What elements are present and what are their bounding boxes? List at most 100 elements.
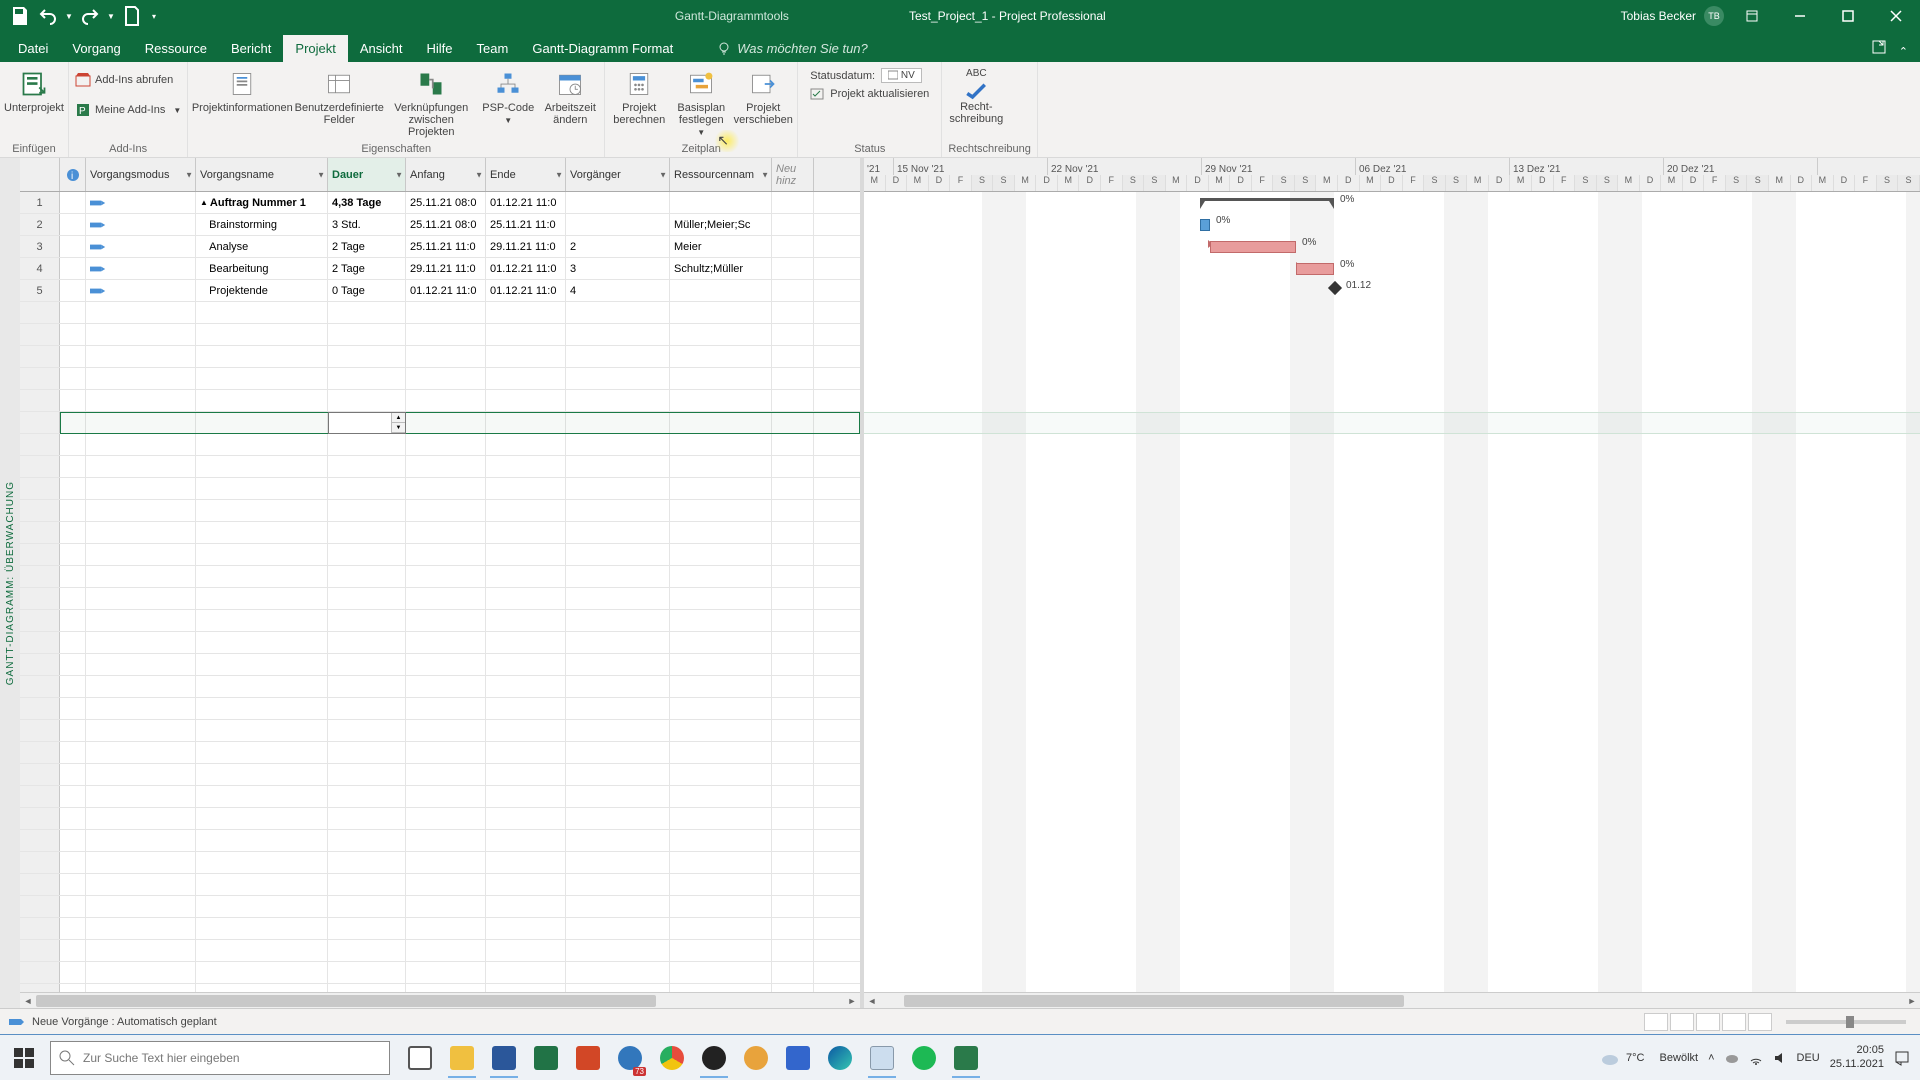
dauer-cell[interactable]: 4,38 Tage (328, 192, 406, 213)
addins-abrufen-button[interactable]: Add-Ins abrufen (75, 70, 181, 90)
table-row[interactable] (20, 852, 860, 874)
spotify-icon[interactable] (904, 1038, 944, 1078)
schedule-mode-label[interactable]: Neue Vorgänge : Automatisch geplant (32, 1016, 217, 1028)
redo-dropdown-icon[interactable]: ▼ (106, 4, 116, 28)
table-row[interactable] (20, 544, 860, 566)
scroll-right-icon[interactable]: ► (1904, 993, 1920, 1008)
ende-column-header[interactable]: Ende▼ (486, 158, 566, 191)
scroll-left-icon[interactable]: ◄ (20, 993, 36, 1009)
row-number[interactable] (20, 918, 60, 939)
row-number[interactable]: 4 (20, 258, 60, 279)
row-number[interactable] (20, 940, 60, 961)
spinner-buttons[interactable]: ▲▼ (391, 413, 405, 433)
mode-cell[interactable] (86, 192, 196, 213)
gantt-area[interactable]: 0% 0% 0% 0% 01.12 (864, 192, 1920, 992)
row-number[interactable] (20, 478, 60, 499)
table-row[interactable] (20, 302, 860, 324)
neu-cell[interactable] (772, 258, 814, 279)
row-number[interactable] (20, 522, 60, 543)
tab-hilfe[interactable]: Hilfe (415, 35, 465, 62)
timeline-header[interactable]: '2115 Nov '2122 Nov '2129 Nov '2106 Dez … (864, 158, 1920, 192)
table-row[interactable]: 1▲Auftrag Nummer 14,38 Tage25.11.21 08:0… (20, 192, 860, 214)
unterprojekt-button[interactable]: Unterprojekt (6, 66, 62, 114)
view-report-button[interactable] (1748, 1013, 1772, 1031)
table-row[interactable] (20, 566, 860, 588)
tab-team[interactable]: Team (465, 35, 521, 62)
collapse-ribbon-icon[interactable]: ⌃ (1893, 41, 1914, 62)
row-number[interactable] (20, 588, 60, 609)
scroll-left-icon[interactable]: ◄ (864, 993, 880, 1008)
wifi-icon[interactable] (1749, 1051, 1763, 1065)
neu-cell[interactable] (772, 192, 814, 213)
tab-ressource[interactable]: Ressource (133, 35, 219, 62)
row-number[interactable] (20, 368, 60, 389)
psp-code-button[interactable]: PSP-Code▼ (480, 66, 536, 125)
onedrive-icon[interactable] (1725, 1051, 1739, 1065)
tray-chevron-icon[interactable]: ˄ (1708, 1052, 1714, 1064)
vorgaenger-cell[interactable] (566, 214, 670, 235)
table-row[interactable] (20, 368, 860, 390)
info-column-header[interactable]: i (60, 158, 86, 191)
row-number[interactable] (20, 456, 60, 477)
table-row[interactable] (20, 720, 860, 742)
table-row[interactable] (20, 478, 860, 500)
table-row[interactable]: 5 Projektende0 Tage01.12.21 11:001.12.21… (20, 280, 860, 302)
mode-column-header[interactable]: Vorgangsmodus▼ (86, 158, 196, 191)
spin-up-icon[interactable]: ▲ (392, 413, 405, 423)
edge-legacy-icon[interactable]: 73 (610, 1038, 650, 1078)
task-bar-critical[interactable] (1296, 263, 1334, 275)
row-number[interactable] (20, 610, 60, 631)
row-number[interactable] (20, 676, 60, 697)
word-icon[interactable] (484, 1038, 524, 1078)
row-number[interactable] (20, 742, 60, 763)
dauer-cell[interactable]: 2 Tage (328, 236, 406, 257)
summary-bar[interactable] (1200, 198, 1334, 206)
anfang-cell[interactable]: 25.11.21 11:0 (406, 236, 486, 257)
user-avatar[interactable]: TB (1704, 6, 1724, 26)
basisplan-button[interactable]: Basisplan festlegen▼ (673, 66, 729, 137)
table-row[interactable] (20, 830, 860, 852)
rechtschreibung-button[interactable]: ABC Recht-schreibung (948, 66, 1004, 125)
table-row[interactable] (20, 940, 860, 962)
notepad-icon[interactable] (862, 1038, 902, 1078)
app-icon-2[interactable] (778, 1038, 818, 1078)
name-cell[interactable]: Bearbeitung (196, 258, 328, 279)
row-number[interactable] (20, 544, 60, 565)
dauer-column-header[interactable]: Dauer▼ (328, 158, 406, 191)
tab-bericht[interactable]: Bericht (219, 35, 283, 62)
tab-vorgang[interactable]: Vorgang (60, 35, 132, 62)
clock[interactable]: 20:0525.11.2021 (1830, 1044, 1884, 1070)
row-number[interactable] (20, 346, 60, 367)
row-number[interactable] (20, 390, 60, 411)
row-number[interactable] (20, 874, 60, 895)
task-bar-critical[interactable] (1210, 241, 1296, 253)
table-row[interactable] (20, 896, 860, 918)
dauer-cell[interactable]: 2 Tage (328, 258, 406, 279)
table-row[interactable] (20, 808, 860, 830)
mode-cell[interactable] (86, 214, 196, 235)
table-row[interactable]: 2 Brainstorming3 Std.25.11.21 08:025.11.… (20, 214, 860, 236)
row-number[interactable]: 5 (20, 280, 60, 301)
meine-addins-button[interactable]: PMeine Add-Ins▼ (75, 100, 181, 120)
row-number[interactable] (20, 302, 60, 323)
table-row[interactable] (20, 324, 860, 346)
table-row[interactable] (20, 786, 860, 808)
row-number[interactable] (20, 984, 60, 992)
name-cell[interactable]: ▲Auftrag Nummer 1 (196, 192, 328, 213)
ressourcen-cell[interactable]: Meier (670, 236, 772, 257)
tab-datei[interactable]: Datei (6, 35, 60, 62)
table-row[interactable] (20, 522, 860, 544)
ende-cell[interactable]: 29.11.21 11:0 (486, 236, 566, 257)
ende-cell[interactable]: 01.12.21 11:0 (486, 280, 566, 301)
mode-cell[interactable] (86, 236, 196, 257)
table-row[interactable] (20, 500, 860, 522)
ressourcen-column-header[interactable]: Ressourcennam▼ (670, 158, 772, 191)
ende-cell[interactable]: 01.12.21 11:0 (486, 258, 566, 279)
maximize-button[interactable] (1828, 0, 1868, 32)
minimize-button[interactable] (1780, 0, 1820, 32)
file-icon[interactable] (120, 4, 144, 28)
project-icon[interactable] (946, 1038, 986, 1078)
table-row[interactable] (20, 610, 860, 632)
status-date-button[interactable]: NV (881, 68, 922, 83)
table-row[interactable] (20, 764, 860, 786)
